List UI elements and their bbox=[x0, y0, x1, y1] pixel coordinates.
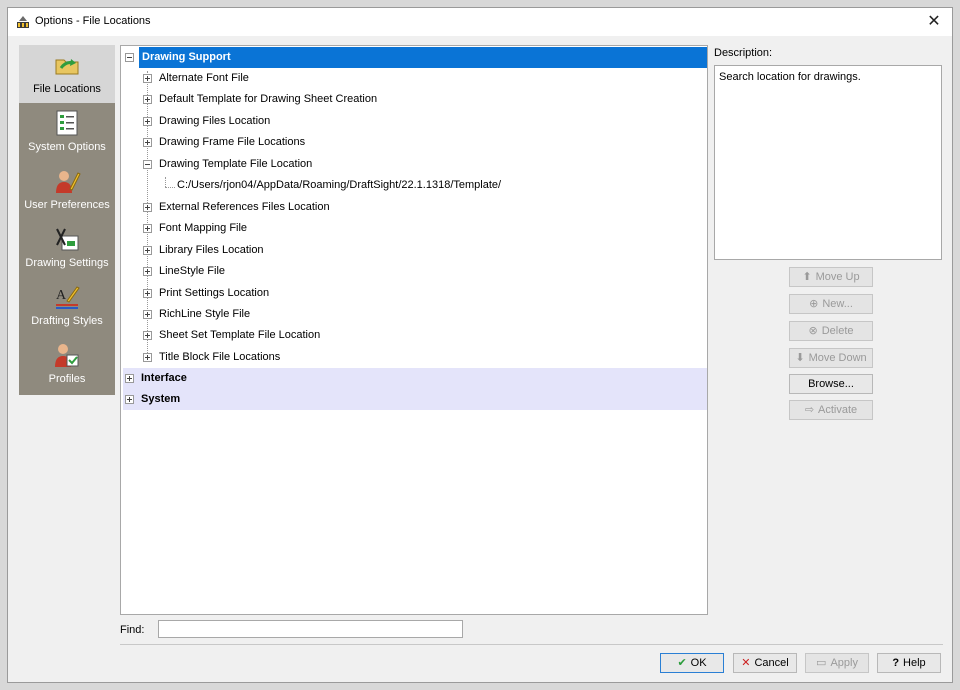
expand-icon[interactable] bbox=[143, 95, 152, 104]
checkmark-icon: ✔ bbox=[677, 657, 687, 669]
options-dialog: Options - File Locations ✕ File Location… bbox=[7, 7, 953, 683]
tree-node[interactable]: External References Files Location bbox=[121, 197, 707, 218]
move-down-button[interactable]: ⬇ Move Down bbox=[789, 348, 873, 368]
tree-node[interactable]: Print Settings Location bbox=[121, 283, 707, 304]
app-icon bbox=[17, 16, 29, 28]
arrow-down-icon: ⬇ bbox=[795, 352, 805, 364]
tree-node[interactable]: Drawing Frame File Locations bbox=[121, 132, 707, 153]
sidebar-item-drawing-settings[interactable]: Drawing Settings bbox=[19, 219, 115, 277]
sidebar-item-label: Drafting Styles bbox=[31, 315, 103, 327]
cancel-button[interactable]: ✕ Cancel bbox=[733, 653, 797, 673]
apply-button[interactable]: ▭ Apply bbox=[805, 653, 869, 673]
collapse-icon[interactable] bbox=[125, 53, 134, 62]
sidebar-item-system-options[interactable]: System Options bbox=[19, 103, 115, 161]
delete-icon: ⊗ bbox=[808, 325, 818, 337]
find-label: Find: bbox=[120, 624, 145, 636]
help-button[interactable]: ? Help bbox=[877, 653, 941, 673]
find-input[interactable] bbox=[158, 620, 463, 638]
activate-button[interactable]: ⇨ Activate bbox=[789, 400, 873, 420]
user-pencil-icon bbox=[56, 171, 81, 193]
svg-text:A: A bbox=[56, 288, 67, 303]
document-icon: ▭ bbox=[816, 657, 827, 669]
expand-icon[interactable] bbox=[143, 74, 152, 83]
sidebar-item-file-locations[interactable]: File Locations bbox=[19, 45, 115, 103]
expand-icon[interactable] bbox=[143, 203, 152, 212]
tree-node[interactable]: Font Mapping File bbox=[121, 218, 707, 239]
window-title: Options - File Locations bbox=[35, 15, 151, 27]
checklist-icon bbox=[56, 110, 78, 136]
tree-node-system[interactable]: System bbox=[123, 389, 707, 410]
expand-icon[interactable] bbox=[143, 331, 152, 340]
sidebar-item-label: Profiles bbox=[48, 373, 86, 385]
tree-node[interactable]: Title Block File Locations bbox=[121, 347, 707, 368]
sidebar-item-label: System Options bbox=[28, 141, 106, 153]
profile-user-icon bbox=[55, 344, 79, 367]
expand-icon[interactable] bbox=[143, 138, 152, 147]
expand-icon[interactable] bbox=[125, 374, 134, 383]
file-locations-tree[interactable]: Drawing Support Alternate Font File Defa… bbox=[120, 45, 708, 615]
tree-node-drawing-support[interactable]: Drawing Support bbox=[125, 47, 707, 68]
description-text: Search location for drawings. bbox=[719, 71, 861, 83]
description-box: Search location for drawings. bbox=[714, 65, 942, 260]
expand-icon[interactable] bbox=[125, 395, 134, 404]
tree-node-interface[interactable]: Interface bbox=[123, 368, 707, 389]
title-bar: Options - File Locations ✕ bbox=[8, 8, 952, 36]
sidebar-item-label: File Locations bbox=[33, 83, 101, 95]
sidebar-item-user-preferences[interactable]: User Preferences bbox=[19, 161, 115, 219]
footer-divider bbox=[120, 644, 943, 645]
arrow-up-icon: ⬆ bbox=[802, 271, 812, 283]
ok-button[interactable]: ✔ OK bbox=[660, 653, 724, 673]
tree-node[interactable]: Sheet Set Template File Location bbox=[121, 325, 707, 346]
tree-node[interactable]: Library Files Location bbox=[121, 240, 707, 261]
plus-icon: ⊕ bbox=[809, 298, 819, 310]
description-label: Description: bbox=[714, 47, 773, 59]
sidebar-item-label: Drawing Settings bbox=[25, 257, 109, 269]
browse-button[interactable]: Browse... bbox=[789, 374, 873, 394]
new-button[interactable]: ⊕ New... bbox=[789, 294, 873, 314]
expand-icon[interactable] bbox=[143, 353, 152, 362]
expand-icon[interactable] bbox=[143, 224, 152, 233]
delete-button[interactable]: ⊗ Delete bbox=[789, 321, 873, 341]
cross-icon: ✕ bbox=[741, 657, 751, 669]
expand-icon[interactable] bbox=[143, 289, 152, 298]
move-up-button[interactable]: ⬆ Move Up bbox=[789, 267, 873, 287]
tree-node[interactable]: RichLine Style File bbox=[121, 304, 707, 325]
folder-arrow-icon bbox=[55, 59, 79, 75]
tree-node[interactable]: Drawing Files Location bbox=[121, 111, 707, 132]
drawing-tools-icon bbox=[56, 228, 79, 251]
tree-node[interactable]: Drawing Template File Location bbox=[121, 154, 707, 175]
expand-icon[interactable] bbox=[143, 117, 152, 126]
close-icon[interactable]: ✕ bbox=[924, 12, 944, 32]
tree-node[interactable]: Default Template for Drawing Sheet Creat… bbox=[121, 89, 707, 110]
sidebar-item-label: User Preferences bbox=[24, 199, 110, 211]
collapse-icon[interactable] bbox=[143, 160, 152, 169]
question-icon: ? bbox=[892, 657, 900, 669]
tree-node[interactable]: Alternate Font File bbox=[121, 68, 707, 89]
expand-icon[interactable] bbox=[143, 310, 152, 319]
sidebar-item-profiles[interactable]: Profiles bbox=[19, 335, 115, 393]
arrow-right-icon: ⇨ bbox=[804, 404, 815, 416]
category-sidebar: File Locations System Options User Prefe… bbox=[19, 45, 115, 395]
expand-icon[interactable] bbox=[143, 267, 152, 276]
sidebar-item-drafting-styles[interactable]: A Drafting Styles bbox=[19, 277, 115, 335]
expand-icon[interactable] bbox=[143, 246, 152, 255]
drafting-style-icon: A bbox=[56, 286, 80, 309]
tree-node[interactable]: LineStyle File bbox=[121, 261, 707, 282]
tree-node-template-path[interactable]: C:/Users/rjon04/AppData/Roaming/DraftSig… bbox=[121, 175, 707, 196]
